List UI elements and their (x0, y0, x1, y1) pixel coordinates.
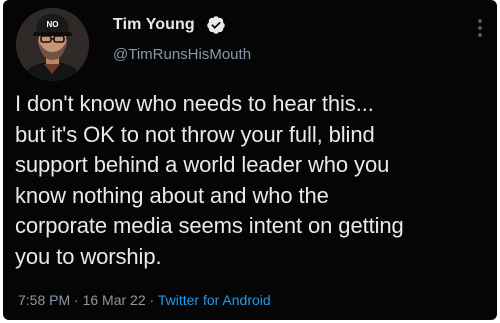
tweet-date[interactable]: 16 Mar 22 (83, 292, 146, 308)
tweet-text: I don't know who needs to hear this... b… (15, 91, 404, 269)
avatar[interactable]: NO (16, 8, 89, 81)
meta-separator: · (145, 292, 158, 308)
avatar-image: NO (16, 8, 89, 81)
tweet-time[interactable]: 7:58 PM (18, 292, 70, 308)
tweet-source-link[interactable]: Twitter for Android (158, 292, 271, 308)
verified-badge-icon (207, 16, 225, 34)
avatar-cap-text: NO (47, 20, 59, 29)
tweet-card: NO Tim Young @TimRunsHisMouth I don't kn… (3, 0, 497, 320)
more-vertical-icon[interactable] (473, 16, 487, 40)
meta-separator: · (70, 292, 83, 308)
display-name[interactable]: Tim Young (113, 16, 195, 34)
tweet-meta: 7:58 PM · 16 Mar 22 · Twitter for Androi… (18, 292, 271, 308)
user-handle[interactable]: @TimRunsHisMouth (113, 46, 251, 63)
